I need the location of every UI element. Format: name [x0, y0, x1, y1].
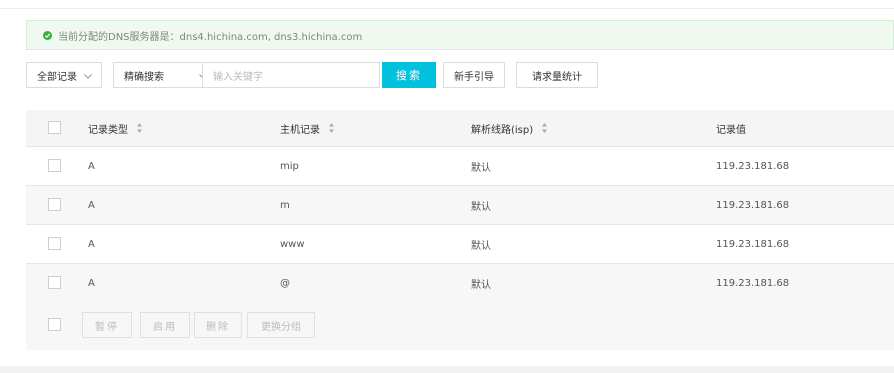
check-circle-icon — [43, 30, 52, 40]
column-header-host[interactable]: 主机记录 — [280, 110, 335, 146]
row-checkbox[interactable] — [48, 237, 61, 250]
request-stats-button[interactable]: 请求量统计 — [516, 62, 598, 88]
table-header-row: 记录类型 主机记录 解析线路(isp) 记录值 — [26, 110, 894, 147]
select-all-footer-checkbox[interactable] — [48, 318, 61, 331]
record-value: 119.23.181.68 — [716, 277, 790, 289]
column-header-line[interactable]: 解析线路(isp) — [471, 110, 548, 146]
search-button[interactable]: 搜索 — [382, 62, 436, 88]
record-type: A — [88, 277, 95, 289]
record-value: 119.23.181.68 — [716, 160, 790, 172]
resolution-line: 默认 — [471, 201, 491, 213]
bottom-divider — [0, 366, 894, 373]
resolution-line: 默认 — [471, 162, 491, 174]
record-type: A — [88, 199, 95, 211]
record-filter-select[interactable]: 全部记录 — [26, 62, 102, 88]
host-record: mip — [280, 160, 299, 172]
table-row: A m 默认 119.23.181.68 — [26, 186, 894, 225]
record-type: A — [88, 238, 95, 250]
search-placeholder: 输入关键字 — [213, 71, 263, 83]
host-record: @ — [280, 277, 290, 289]
record-value: 119.23.181.68 — [716, 238, 790, 250]
keyword-search-input[interactable]: 输入关键字 — [202, 62, 380, 88]
column-header-type[interactable]: 记录类型 — [88, 110, 143, 146]
column-label: 记录类型 — [88, 124, 128, 136]
row-checkbox[interactable] — [48, 159, 61, 172]
record-filter-label: 全部记录 — [37, 71, 77, 83]
sort-icon — [329, 123, 334, 133]
top-divider — [0, 0, 894, 9]
host-record: www — [280, 238, 305, 250]
resolution-line: 默认 — [471, 240, 491, 252]
sort-icon — [542, 123, 548, 133]
column-label: 记录值 — [716, 124, 746, 136]
toolbar: 全部记录 精确搜索 输入关键字 搜索 新手引导 请求量统计 — [26, 62, 894, 90]
batch-action-bar: 暂停 启用 删除 更换分组 — [26, 300, 894, 350]
dns-records-table: 记录类型 主机记录 解析线路(isp) 记录值 A mip 默认 119.23.… — [26, 110, 894, 303]
column-label: 解析线路(isp) — [471, 124, 534, 136]
chevron-down-icon — [84, 74, 92, 79]
select-all-checkbox[interactable] — [48, 121, 61, 134]
column-label: 主机记录 — [280, 124, 320, 136]
change-group-button[interactable]: 更换分组 — [247, 312, 315, 338]
search-mode-label: 精确搜索 — [124, 71, 164, 83]
column-header-value: 记录值 — [716, 110, 746, 146]
row-checkbox[interactable] — [48, 198, 61, 211]
record-type: A — [88, 160, 95, 172]
beginner-guide-button[interactable]: 新手引导 — [443, 62, 505, 88]
row-checkbox[interactable] — [48, 276, 61, 289]
table-row: A @ 默认 119.23.181.68 — [26, 264, 894, 303]
host-record: m — [280, 199, 290, 211]
table-row: A www 默认 119.23.181.68 — [26, 225, 894, 264]
table-row: A mip 默认 119.23.181.68 — [26, 147, 894, 186]
resolution-line: 默认 — [471, 279, 491, 291]
dns-server-notice: 当前分配的DNS服务器是：dns4.hichina.com, dns3.hich… — [26, 20, 894, 50]
pause-button[interactable]: 暂停 — [82, 312, 132, 338]
record-value: 119.23.181.68 — [716, 199, 790, 211]
sort-icon — [137, 123, 142, 133]
enable-button[interactable]: 启用 — [140, 312, 190, 338]
notice-text: 当前分配的DNS服务器是：dns4.hichina.com, dns3.hich… — [58, 31, 363, 43]
delete-button[interactable]: 删除 — [194, 312, 242, 338]
